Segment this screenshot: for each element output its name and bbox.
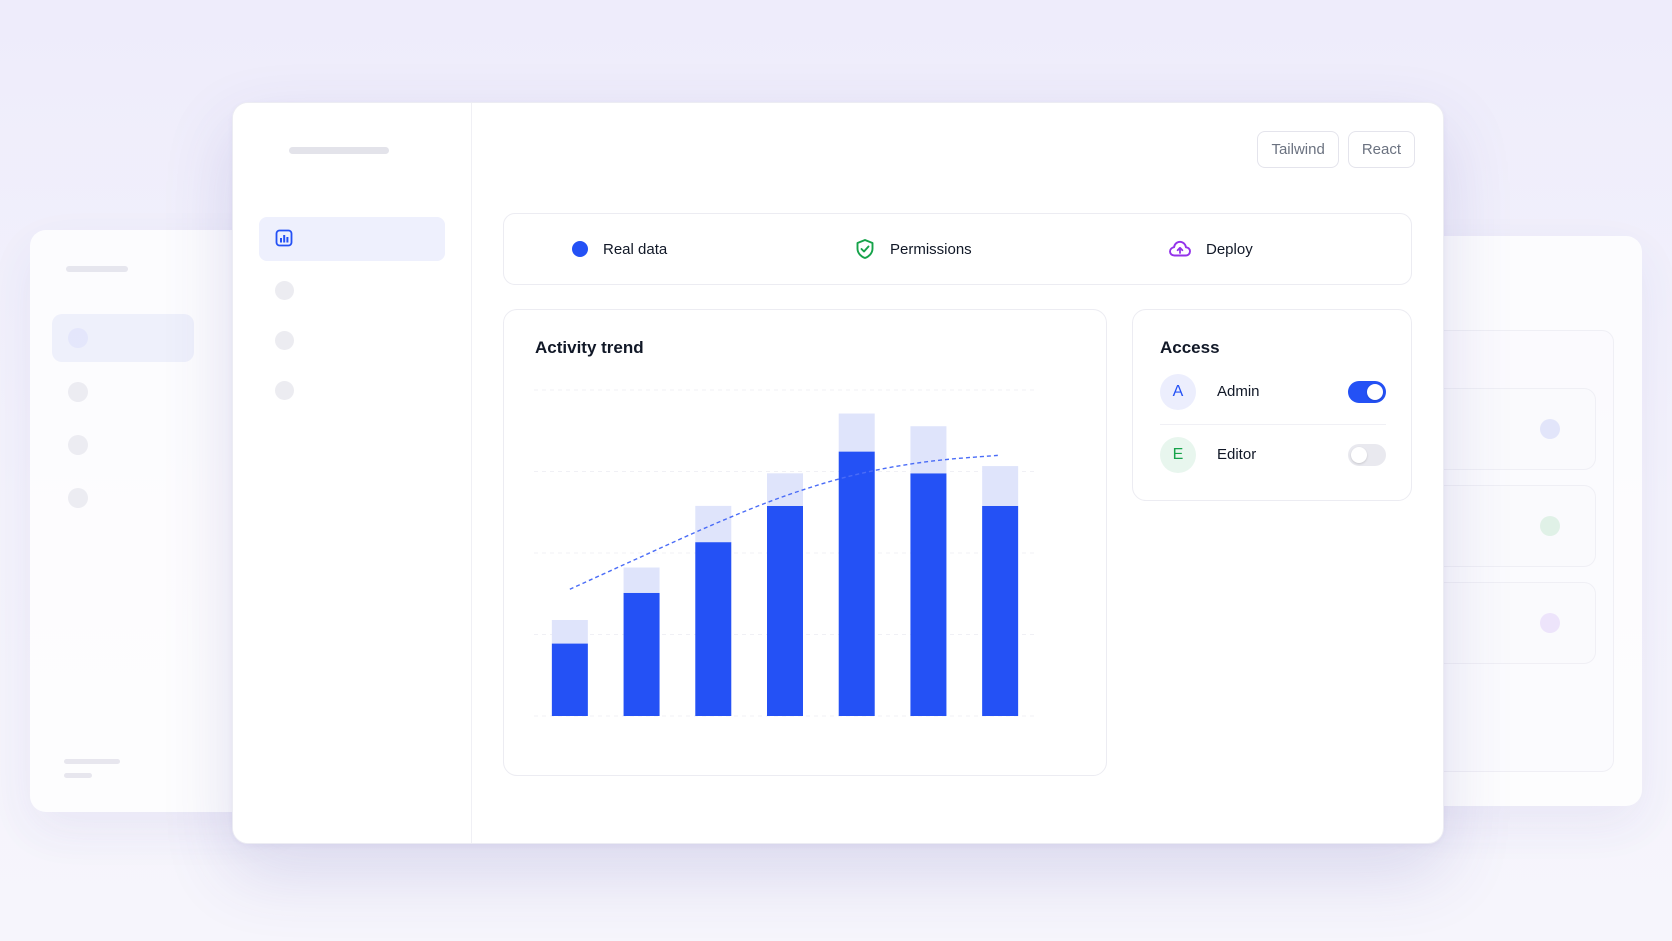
access-title: Access bbox=[1160, 338, 1220, 357]
bar-primary bbox=[695, 542, 732, 716]
feature-permissions: Permissions bbox=[854, 214, 972, 284]
feature-strip: Real data Permissions Deploy bbox=[503, 213, 1412, 285]
cloud-upload-icon bbox=[1169, 240, 1191, 257]
placeholder-dot bbox=[1540, 516, 1560, 536]
avatar: E bbox=[1160, 437, 1196, 473]
divider bbox=[1160, 424, 1386, 425]
role-row-admin: A Admin bbox=[1160, 374, 1386, 414]
placeholder-dot bbox=[1540, 419, 1560, 439]
placeholder-bar bbox=[64, 759, 120, 764]
editor-toggle[interactable] bbox=[1348, 444, 1386, 466]
sidebar bbox=[233, 103, 472, 843]
bar-primary bbox=[982, 505, 1019, 716]
role-name: Editor bbox=[1217, 446, 1257, 463]
tech-badges: Tailwind React bbox=[1257, 131, 1415, 168]
toggle-knob bbox=[1351, 447, 1367, 463]
feature-label: Deploy bbox=[1206, 240, 1253, 258]
shield-check-icon bbox=[856, 239, 874, 259]
bar-chart-icon bbox=[275, 229, 293, 247]
placeholder-bar bbox=[64, 773, 92, 778]
sidebar-item[interactable] bbox=[275, 381, 294, 400]
feature-label: Permissions bbox=[890, 240, 972, 258]
sidebar-item[interactable] bbox=[275, 331, 294, 350]
admin-toggle[interactable] bbox=[1348, 381, 1386, 403]
badge-tailwind[interactable]: Tailwind bbox=[1257, 131, 1339, 168]
bar-secondary bbox=[982, 466, 1019, 506]
placeholder-bar bbox=[66, 266, 128, 272]
bar-primary bbox=[838, 451, 875, 716]
placeholder-dot bbox=[68, 382, 88, 402]
avatar: A bbox=[1160, 374, 1196, 410]
feature-real-data: Real data bbox=[571, 214, 667, 284]
feature-deploy: Deploy bbox=[1168, 214, 1253, 284]
role-name: Admin bbox=[1217, 383, 1260, 400]
bar-secondary bbox=[838, 413, 875, 452]
badge-react[interactable]: React bbox=[1347, 131, 1415, 168]
placeholder-dot bbox=[68, 435, 88, 455]
bar-secondary bbox=[551, 620, 588, 644]
bar-secondary bbox=[910, 426, 947, 474]
toggle-knob bbox=[1367, 384, 1383, 400]
placeholder-dot bbox=[68, 488, 88, 508]
app-window: Tailwind React Real data Permissions Dep… bbox=[232, 102, 1444, 844]
bar-primary bbox=[551, 643, 588, 716]
activity-chart bbox=[534, 389, 1036, 717]
placeholder-dot bbox=[68, 328, 88, 348]
placeholder-dot bbox=[1540, 613, 1560, 633]
feature-label: Real data bbox=[603, 240, 668, 258]
dot-icon bbox=[572, 241, 588, 257]
bar-primary bbox=[767, 505, 803, 716]
bar-secondary bbox=[623, 567, 660, 593]
bar-primary bbox=[623, 592, 660, 716]
sidebar-item-analytics[interactable] bbox=[259, 217, 445, 261]
logo-placeholder bbox=[289, 147, 389, 154]
access-card: Access A Admin E Editor bbox=[1132, 309, 1412, 501]
bar-primary bbox=[910, 473, 947, 716]
activity-trend-card: Activity trend bbox=[503, 309, 1107, 776]
sidebar-item[interactable] bbox=[275, 281, 294, 300]
role-row-editor: E Editor bbox=[1160, 437, 1386, 477]
